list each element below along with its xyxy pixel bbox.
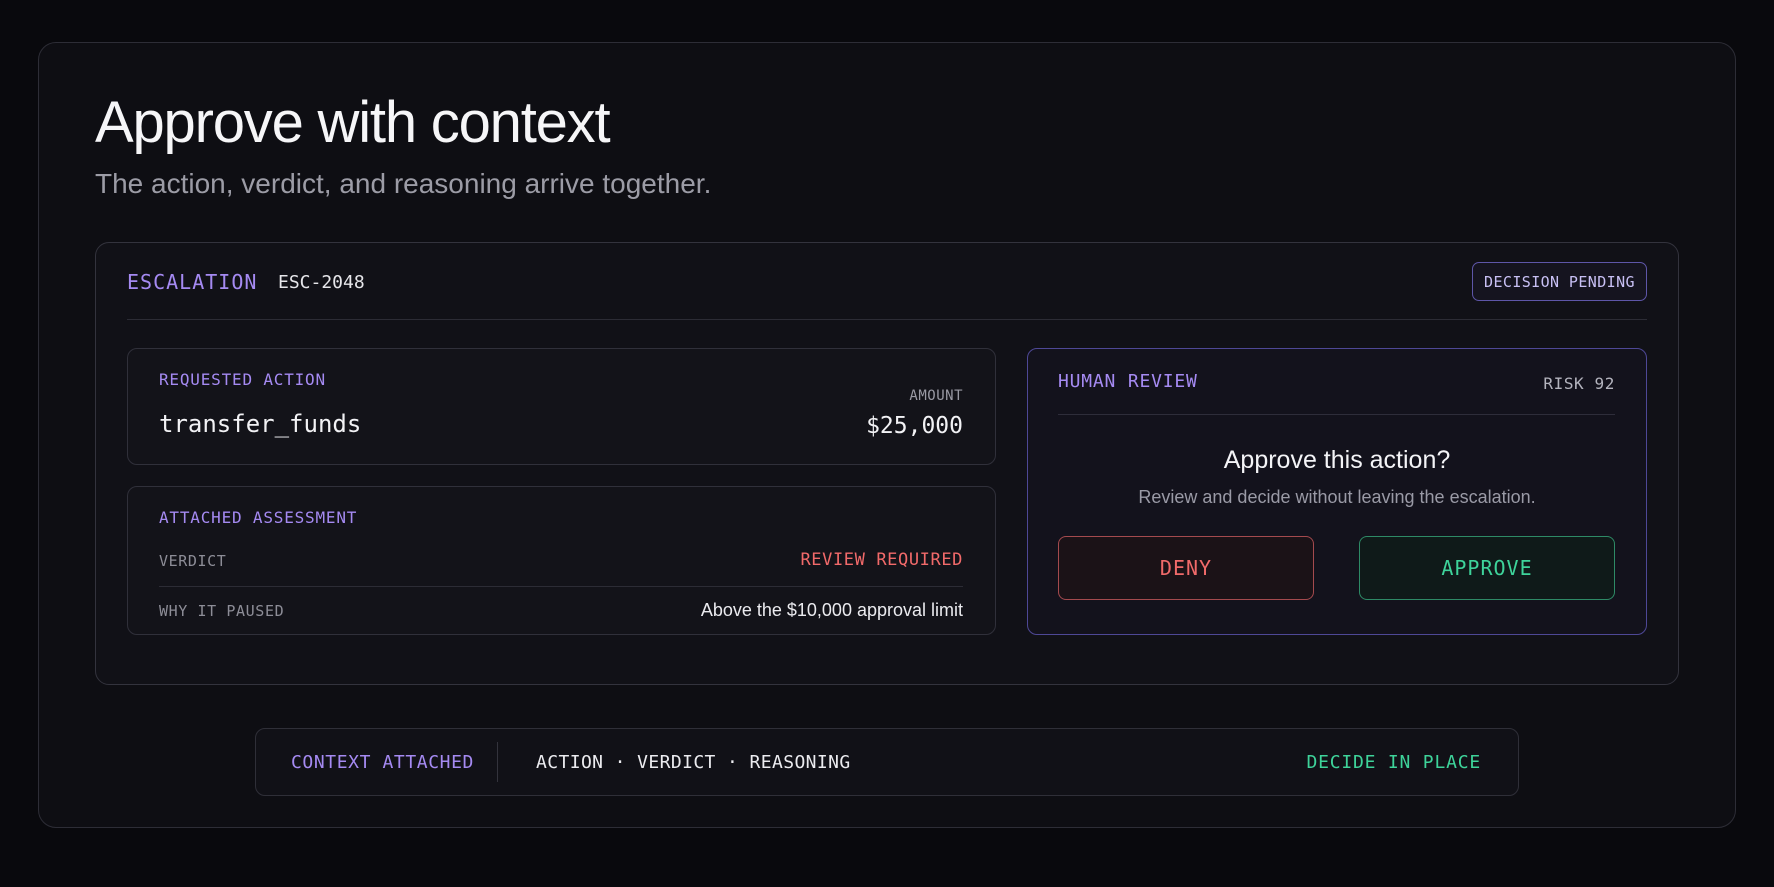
amount-value: $25,000 — [866, 413, 963, 439]
footer-separator — [497, 742, 498, 782]
human-review-heading: HUMAN REVIEW — [1058, 371, 1198, 392]
status-badge: DECISION PENDING — [1472, 262, 1647, 301]
why-paused-value: Above the $10,000 approval limit — [700, 600, 963, 620]
review-hint: Review and decide without leaving the es… — [1138, 487, 1536, 507]
decide-in-place-label: DECIDE IN PLACE — [1306, 752, 1481, 773]
action-name: transfer_funds — [159, 410, 362, 438]
requested-action-panel — [127, 348, 996, 465]
why-paused-key: WHY IT PAUSED — [159, 602, 285, 620]
deny-button[interactable]: DENY — [1058, 536, 1314, 600]
amount-label: AMOUNT — [909, 388, 963, 404]
page-title: Approve with context — [95, 90, 611, 155]
review-question: Approve this action? — [1223, 446, 1451, 474]
verdict-key: VERDICT — [159, 552, 227, 570]
assessment-heading: ATTACHED ASSESSMENT — [159, 508, 358, 527]
context-attached-label: CONTEXT ATTACHED — [291, 752, 474, 773]
escalation-label: ESCALATION — [127, 270, 258, 294]
context-chain: ACTION · VERDICT · REASONING — [536, 752, 851, 773]
review-divider — [1058, 414, 1615, 415]
page-subtitle: The action, verdict, and reasoning arriv… — [95, 168, 712, 199]
verdict-value: REVIEW REQUIRED — [800, 550, 963, 570]
approve-button[interactable]: APPROVE — [1359, 536, 1615, 600]
risk-score: RISK 92 — [1543, 374, 1615, 393]
header-divider — [127, 319, 1647, 320]
assessment-row-divider — [159, 586, 963, 587]
escalation-id: ESC-2048 — [278, 272, 365, 293]
requested-action-heading: REQUESTED ACTION — [159, 370, 326, 389]
